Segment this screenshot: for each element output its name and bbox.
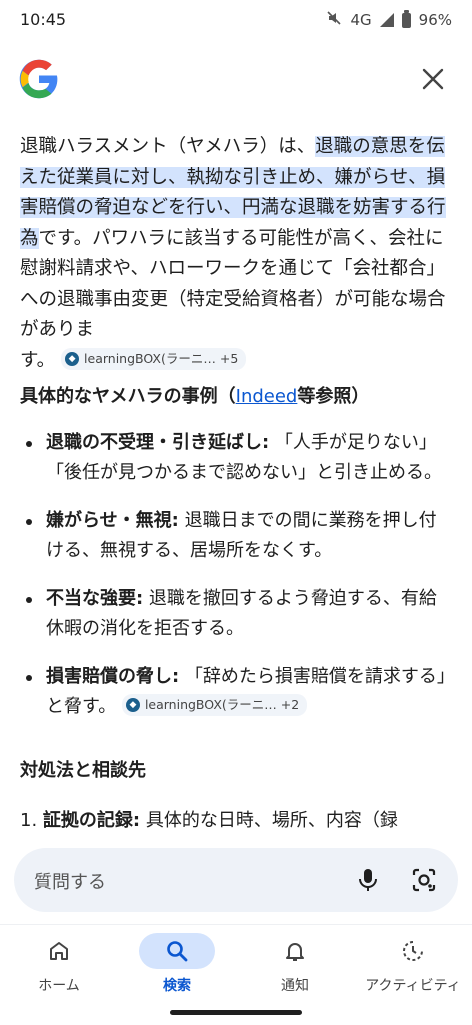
- ai-answer: 退職ハラスメント（ヤメハラ）は、退職の意思を伝えた従業員に対し、執拗な引き止め、…: [0, 120, 472, 840]
- list-number: 1.: [20, 810, 38, 831]
- source-cube-icon: ◆: [125, 698, 140, 712]
- list-item: 1. 証拠の記録: 具体的な日時、場所、内容（録: [20, 806, 450, 836]
- section-heading-remedies: 対処法と相談先: [20, 760, 146, 781]
- list-item: 嫌がらせ・無視: 退職日までの間に業務を押し付ける、無視する、居場所をなくす。: [20, 506, 450, 566]
- nav-label: ホーム: [38, 978, 80, 994]
- bell-icon: [257, 933, 333, 969]
- list-item: 不当な強要: 退職を撤回するよう脅迫する、有給休暇の消化を拒否する。: [20, 584, 450, 644]
- home-icon: [21, 933, 97, 969]
- search-bar[interactable]: 質問する: [14, 848, 458, 912]
- list-item-text: 具体的な日時、場所、内容（録: [140, 810, 398, 831]
- battery-level: 96%: [418, 11, 452, 29]
- close-icon: [422, 68, 444, 90]
- answer-paragraph: 退職ハラスメント（ヤメハラ）は、退職の意思を伝えた従業員に対し、執拗な引き止め、…: [20, 132, 448, 376]
- list-item: 退職の不受理・引き延ばし: 「人手が足りない」「後任が見つかるまで認めない」と引…: [20, 428, 450, 488]
- section-heading-examples: 具体的なヤメハラの事例（Indeed等参照）: [20, 382, 369, 408]
- google-g-icon: [18, 58, 60, 100]
- remedies-list: 1. 証拠の記録: 具体的な日時、場所、内容（録: [20, 806, 450, 836]
- indeed-link[interactable]: Indeed: [236, 386, 298, 407]
- nav-home[interactable]: ホーム: [0, 933, 118, 995]
- source-chip-label: learningBOX(ラーニ… +2: [144, 697, 300, 712]
- network-label: 4G: [350, 11, 372, 29]
- nav-label: 通知: [281, 978, 309, 994]
- lens-icon[interactable]: [410, 866, 438, 894]
- home-indicator[interactable]: [170, 1010, 302, 1015]
- signal-icon: [379, 13, 394, 27]
- list-item-term: 嫌がらせ・無視:: [46, 510, 179, 531]
- list-item-term: 損害賠償の脅し:: [46, 666, 180, 687]
- mic-icon[interactable]: [354, 866, 382, 894]
- list-item-term: 証拠の記録:: [42, 810, 141, 831]
- section-heading-text: 具体的なヤメハラの事例（: [20, 386, 236, 407]
- status-time: 10:45: [20, 10, 67, 29]
- examples-list: 退職の不受理・引き延ばし: 「人手が足りない」「後任が見つかるまで認めない」と引…: [20, 428, 450, 740]
- list-item: 損害賠償の脅し: 「辞めたら損害賠償を請求する」と脅す。 ◆ learningB…: [20, 662, 450, 722]
- answer-text-rest: です。パワハラに該当する可能性が高く、会社に慰謝料請求や、ハローワークを通じて「…: [20, 227, 446, 341]
- source-chip[interactable]: ◆ learningBOX(ラーニ… +5: [61, 347, 247, 370]
- activity-icon: [375, 933, 451, 969]
- source-chip-label: learningBOX(ラーニ… +5: [84, 350, 239, 366]
- section-heading-tail: 等参照）: [297, 386, 370, 407]
- search-icon: [139, 933, 215, 969]
- nav-activity[interactable]: アクティビティ: [354, 933, 472, 995]
- list-item-term: 不当な強要:: [46, 588, 144, 609]
- nav-notifications[interactable]: 通知: [236, 933, 354, 995]
- answer-text-lead: 退職ハラスメント（ヤメハラ）は、: [20, 136, 316, 157]
- list-item-term: 退職の不受理・引き延ばし:: [46, 432, 270, 453]
- battery-icon: [401, 9, 411, 28]
- mute-icon: [326, 10, 342, 30]
- nav-label: アクティビティ: [365, 978, 461, 994]
- answer-text-end: す。: [20, 349, 56, 371]
- source-chip[interactable]: ◆ learningBOX(ラーニ… +2: [121, 694, 308, 716]
- status-icons: 4G 96%: [326, 9, 452, 30]
- nav-search[interactable]: 検索: [118, 933, 236, 995]
- source-cube-icon: ◆: [65, 351, 80, 366]
- top-header: [0, 40, 472, 120]
- search-input[interactable]: 質問する: [34, 868, 106, 894]
- nav-label: 検索: [163, 978, 191, 994]
- close-button[interactable]: [416, 62, 450, 96]
- status-bar: 10:45 4G 96%: [0, 0, 472, 40]
